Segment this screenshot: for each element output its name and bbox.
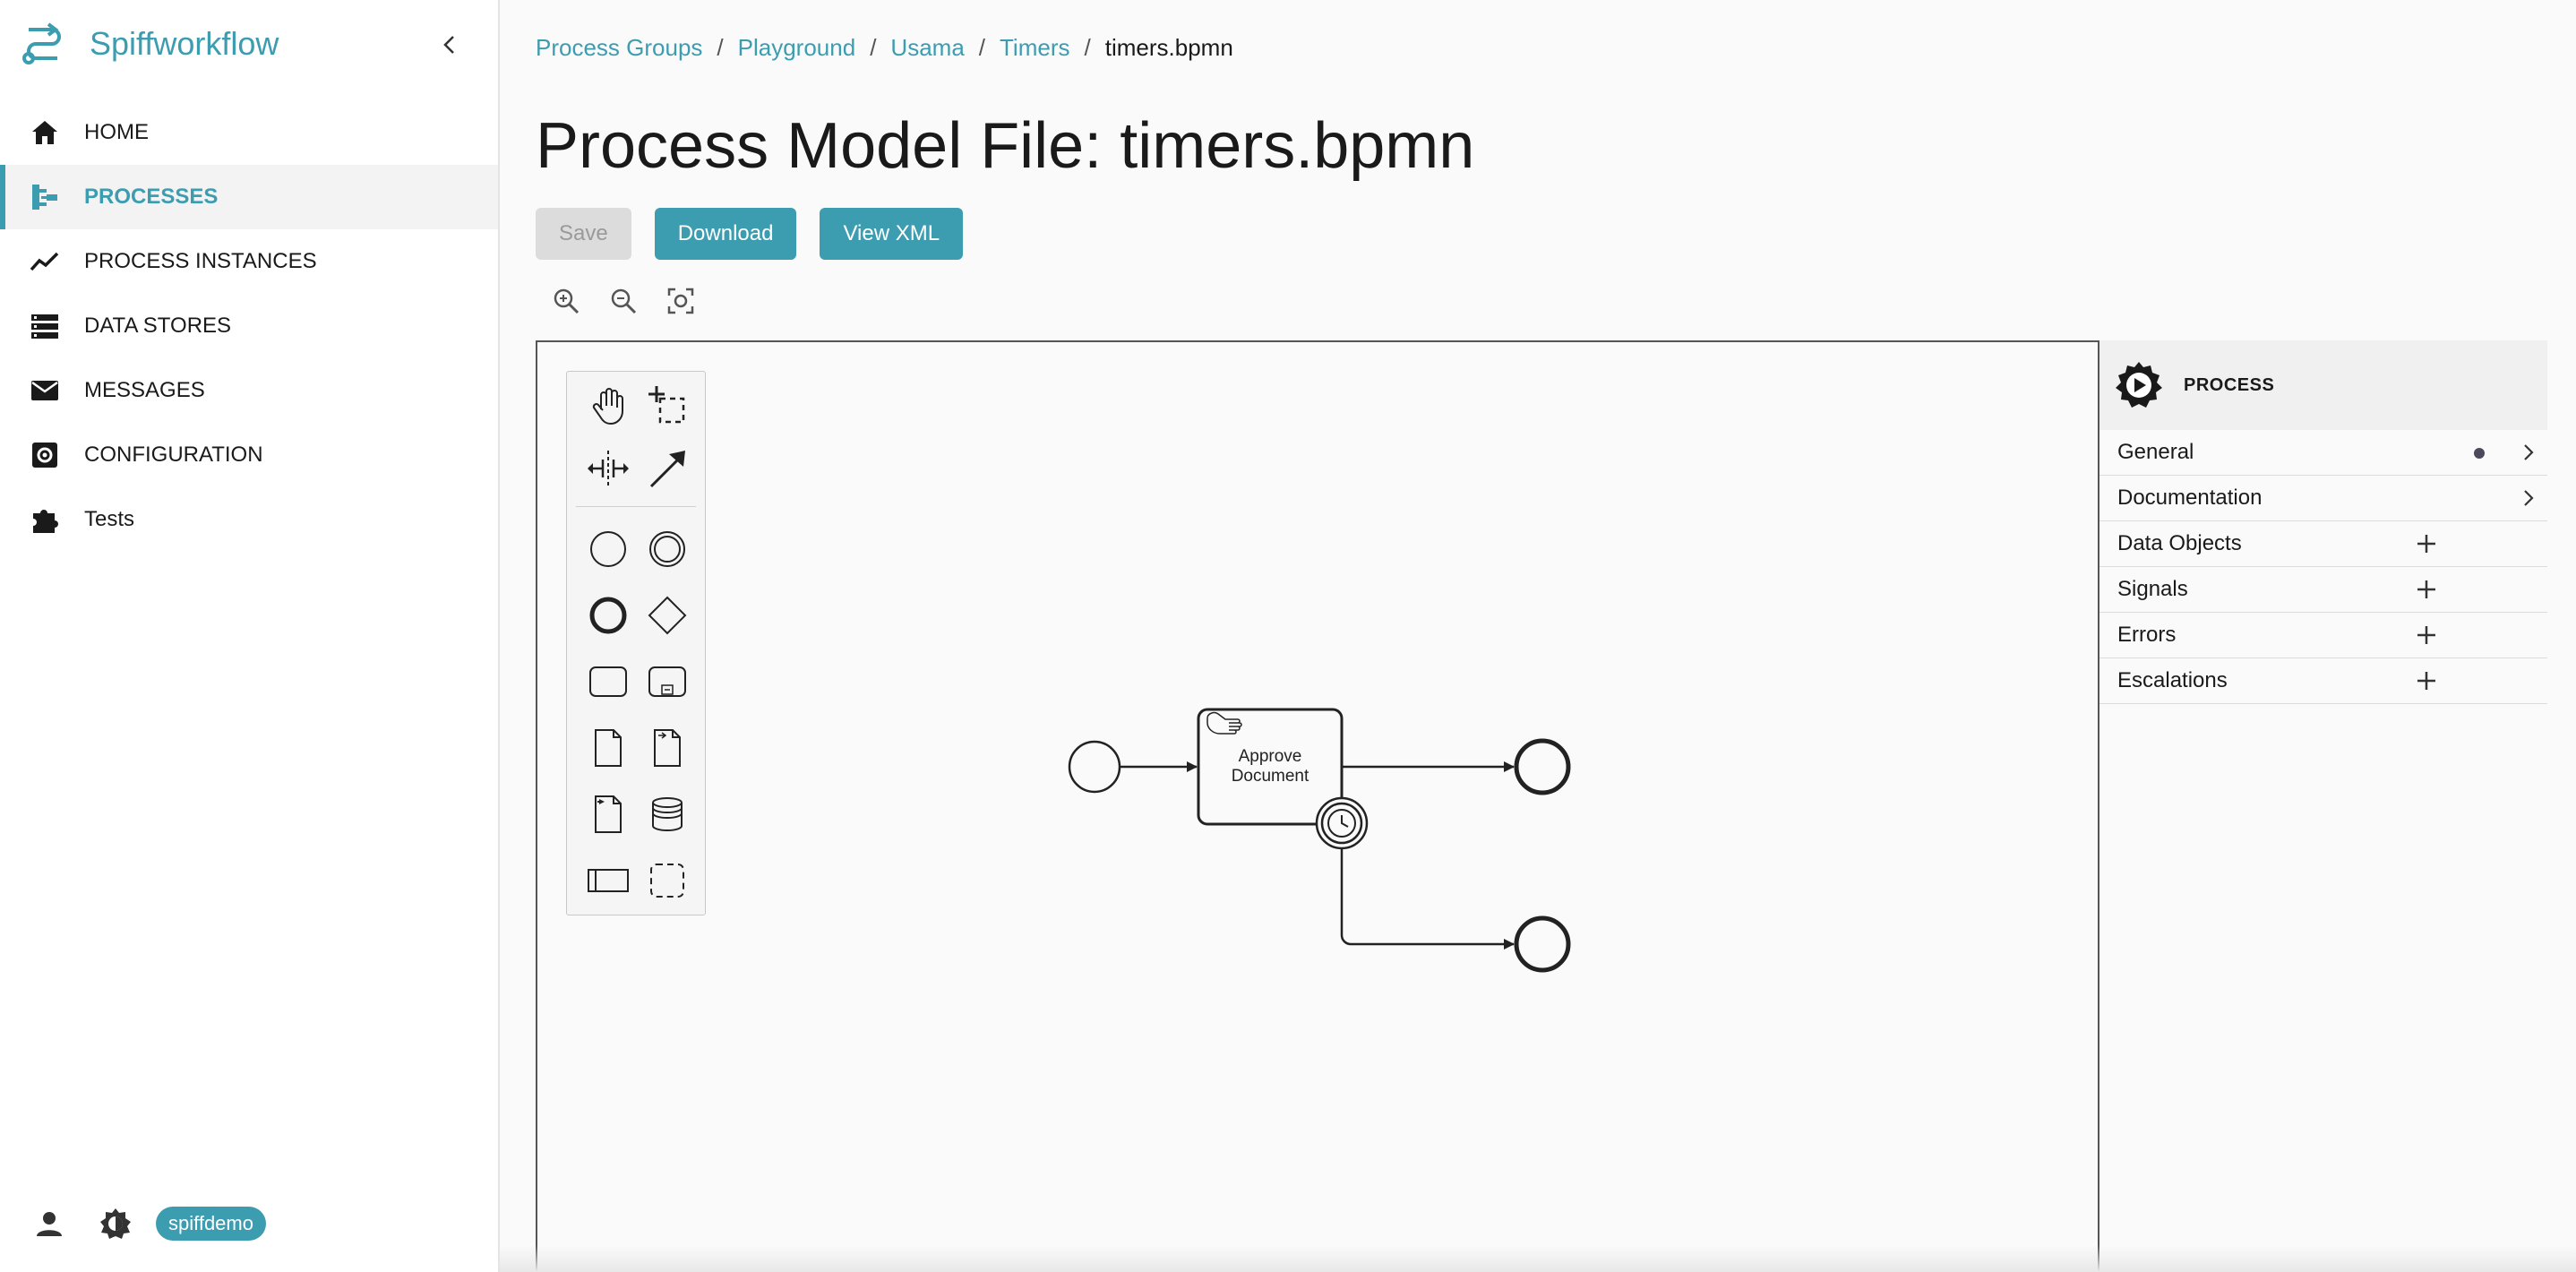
- group-label: General: [2117, 440, 2194, 464]
- sidebar-item-configuration[interactable]: CONFIGURATION: [0, 423, 498, 487]
- chevron-left-icon: [443, 36, 454, 54]
- end-event-1[interactable]: [1514, 738, 1571, 795]
- boundary-timer-event[interactable]: [1315, 796, 1369, 850]
- properties-group-escalations[interactable]: Escalations: [2099, 658, 2547, 704]
- user-badge[interactable]: spiffdemo: [156, 1207, 266, 1241]
- sidebar-item-label: HOME: [84, 120, 149, 144]
- plus-icon[interactable]: [2415, 532, 2438, 555]
- group-label: Data Objects: [2117, 531, 2242, 555]
- properties-group-data-objects[interactable]: Data Objects: [2099, 521, 2547, 567]
- data-present-indicator: [2474, 448, 2485, 459]
- fit-view-icon: [667, 288, 694, 314]
- sidebar: Spiffworkflow HOME PROCESSES PROCESS INS…: [0, 0, 500, 1272]
- zoom-in-icon: [554, 288, 580, 314]
- breadcrumb-separator: /: [870, 34, 877, 61]
- breadcrumb-separator: /: [1084, 34, 1091, 61]
- sidebar-footer: spiffdemo: [32, 1206, 266, 1242]
- task-label-line2: Document: [1232, 767, 1309, 786]
- sidebar-item-home[interactable]: HOME: [0, 100, 498, 165]
- bottom-shadow: [500, 1245, 2576, 1272]
- zoom-out-icon: [611, 288, 637, 314]
- properties-group-signals[interactable]: Signals: [2099, 567, 2547, 613]
- bpmn-diagram: Approve Document: [1068, 708, 1571, 973]
- spiffworkflow-logo-icon: [22, 22, 61, 64]
- group-label: Escalations: [2117, 668, 2228, 692]
- breadcrumb-current: timers.bpmn: [1104, 34, 1233, 61]
- properties-panel: PROCESS General Documentation Data Objec…: [2099, 340, 2547, 1272]
- group-label: Errors: [2117, 623, 2177, 647]
- plus-icon[interactable]: [2415, 578, 2438, 601]
- chevron-right-icon: [2524, 490, 2534, 506]
- trend-icon: [30, 252, 59, 271]
- bpmn-canvas[interactable]: Approve Document: [536, 340, 2099, 1272]
- plus-icon[interactable]: [2415, 669, 2438, 692]
- collapse-sidebar-button[interactable]: [430, 25, 469, 64]
- sidebar-item-label: CONFIGURATION: [84, 443, 263, 467]
- settings-icon: [32, 443, 57, 468]
- brand[interactable]: Spiffworkflow: [21, 20, 279, 68]
- start-event[interactable]: [1068, 740, 1121, 794]
- zoom-in-button[interactable]: [546, 281, 586, 321]
- home-icon: [32, 121, 57, 144]
- file-toolbar: Save Download View XML: [536, 208, 986, 260]
- group-label: Signals: [2117, 577, 2188, 601]
- sidebar-nav: HOME PROCESSES PROCESS INSTANCES DATA ST…: [0, 100, 498, 552]
- breadcrumb-playground[interactable]: Playground: [738, 34, 856, 62]
- save-button[interactable]: Save: [536, 208, 631, 260]
- zoom-controls: [546, 281, 718, 321]
- sidebar-item-data-stores[interactable]: DATA STORES: [0, 294, 498, 358]
- zoom-out-button[interactable]: [604, 281, 643, 321]
- properties-group-documentation[interactable]: Documentation: [2099, 476, 2547, 521]
- sidebar-item-label: Tests: [84, 507, 135, 531]
- chevron-right-icon: [2524, 444, 2534, 460]
- brand-name: Spiffworkflow: [90, 25, 279, 62]
- view-xml-button[interactable]: View XML: [820, 208, 964, 260]
- properties-group-general[interactable]: General: [2099, 430, 2547, 476]
- properties-header: PROCESS: [2099, 340, 2547, 430]
- sidebar-item-label: DATA STORES: [84, 314, 232, 338]
- theme-toggle-icon[interactable]: [99, 1207, 133, 1241]
- process-tree-icon: [32, 185, 57, 210]
- sequence-flow-timer-to-end-2[interactable]: [1340, 849, 1515, 950]
- page-title: Process Model File: timers.bpmn: [536, 110, 1475, 182]
- sidebar-item-tests[interactable]: Tests: [0, 487, 498, 552]
- sidebar-item-process-instances[interactable]: PROCESS INSTANCES: [0, 229, 498, 294]
- task-label-line1: Approve: [1239, 747, 1302, 766]
- breadcrumb-separator: /: [717, 34, 724, 61]
- sidebar-item-label: PROCESSES: [84, 185, 219, 209]
- download-button[interactable]: Download: [654, 208, 797, 260]
- end-event-2[interactable]: [1514, 915, 1571, 973]
- user-icon[interactable]: [32, 1207, 66, 1241]
- breadcrumb: Process Groups / Playground / Usama / Ti…: [536, 34, 1233, 62]
- plus-icon[interactable]: [2415, 623, 2438, 647]
- properties-group-errors[interactable]: Errors: [2099, 613, 2547, 658]
- sidebar-item-label: PROCESS INSTANCES: [84, 249, 317, 273]
- breadcrumb-timers[interactable]: Timers: [1000, 34, 1069, 62]
- storage-icon: [31, 314, 58, 339]
- group-label: Documentation: [2117, 486, 2263, 510]
- envelope-icon: [31, 381, 58, 400]
- process-gear-icon: [2116, 362, 2162, 408]
- fit-view-button[interactable]: [661, 281, 700, 321]
- breadcrumb-process-groups[interactable]: Process Groups: [536, 34, 702, 62]
- breadcrumb-usama[interactable]: Usama: [890, 34, 964, 62]
- sidebar-item-processes[interactable]: PROCESSES: [0, 165, 498, 229]
- properties-title: PROCESS: [2184, 374, 2275, 395]
- breadcrumb-separator: /: [978, 34, 986, 61]
- sidebar-item-label: MESSAGES: [84, 378, 205, 402]
- puzzle-icon: [33, 510, 58, 533]
- sidebar-item-messages[interactable]: MESSAGES: [0, 358, 498, 423]
